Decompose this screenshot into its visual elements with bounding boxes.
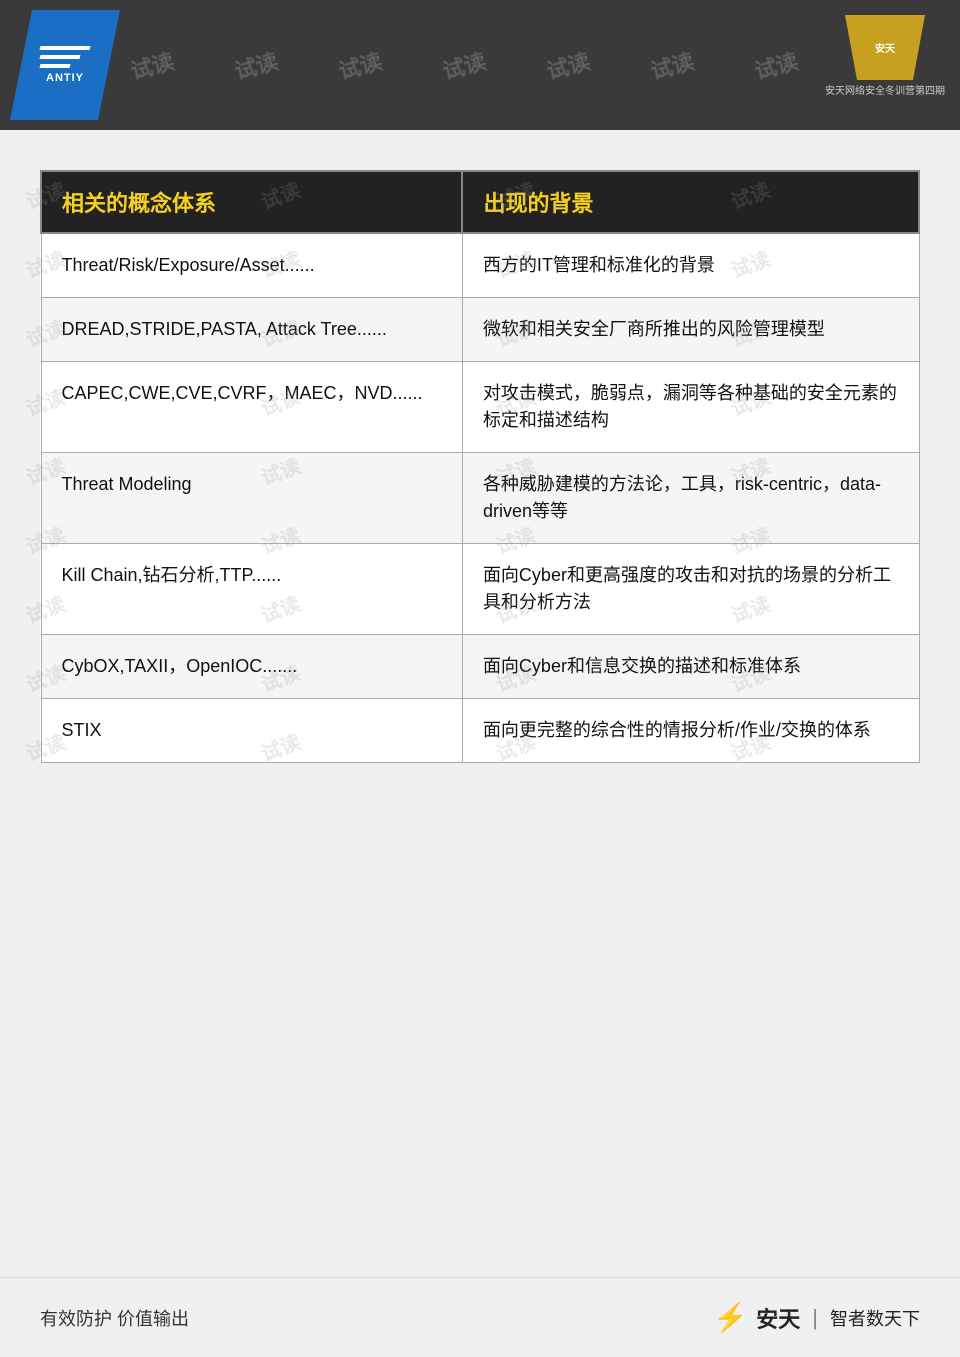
table-cell-right-1: 微软和相关安全厂商所推出的风险管理模型 xyxy=(462,298,919,362)
wm-3: 试读 xyxy=(335,44,386,86)
logo-inner: ANTIY xyxy=(40,46,90,84)
wm-7: 试读 xyxy=(751,44,802,86)
header-bar: ANTIY 试读 试读 试读 试读 试读 试读 试读 试读 安天 安天网络安全冬… xyxy=(0,0,960,130)
logo-text: ANTIY xyxy=(46,72,84,84)
table-cell-left-6: STIX xyxy=(41,699,462,763)
table-cell-left-1: DREAD,STRIDE,PASTA, Attack Tree...... xyxy=(41,298,462,362)
table-row: CybOX,TAXII，OpenIOC.......面向Cyber和信息交换的描… xyxy=(41,635,919,699)
footer: 有效防护 价值输出 ⚡ 安天 | 智者数天下 xyxy=(0,1277,960,1357)
top-right-logo: 安天 安天网络安全冬训营第四期 xyxy=(825,15,945,97)
antiy-logo-icon: 安天 xyxy=(865,28,905,68)
footer-divider: | xyxy=(812,1305,818,1331)
wm-5: 试读 xyxy=(543,44,594,86)
table-row: Threat Modeling各种威胁建模的方法论，工具，risk-centri… xyxy=(41,453,919,544)
footer-brand: 安天 xyxy=(756,1302,800,1334)
logo-line-2 xyxy=(39,55,80,59)
table-header-col2: 出现的背景 xyxy=(462,171,919,233)
main-table: 相关的概念体系 出现的背景 Threat/Risk/Exposure/Asset… xyxy=(40,170,920,763)
table-cell-right-3: 各种威胁建模的方法论，工具，risk-centric，data-driven等等 xyxy=(462,453,919,544)
table-cell-right-4: 面向Cyber和更高强度的攻击和对抗的场景的分析工具和分析方法 xyxy=(462,544,919,635)
main-content: 试读 试读 试读 试读 试读 试读 试读 试读 试读 试读 试读 试读 试读 试… xyxy=(0,130,960,793)
svg-text:安天: 安天 xyxy=(875,42,896,55)
footer-right: ⚡ 安天 | 智者数天下 xyxy=(713,1301,920,1334)
logo-line-3 xyxy=(39,64,70,68)
table-cell-left-0: Threat/Risk/Exposure/Asset...... xyxy=(41,233,462,298)
watermark-row: 试读 试读 试读 试读 试读 试读 试读 试读 xyxy=(0,49,902,81)
table-row: CAPEC,CWE,CVE,CVRF，MAEC，NVD......对攻击模式，脆… xyxy=(41,362,919,453)
table-row: Kill Chain,钻石分析,TTP......面向Cyber和更高强度的攻击… xyxy=(41,544,919,635)
wm-6: 试读 xyxy=(647,44,698,86)
table-cell-left-2: CAPEC,CWE,CVE,CVRF，MAEC，NVD...... xyxy=(41,362,462,453)
logo-box: ANTIY xyxy=(10,10,120,120)
table-cell-left-3: Threat Modeling xyxy=(41,453,462,544)
table-cell-right-2: 对攻击模式，脆弱点，漏洞等各种基础的安全元素的标定和描述结构 xyxy=(462,362,919,453)
wm-2: 试读 xyxy=(231,44,282,86)
lightning-icon: ⚡ xyxy=(713,1301,748,1334)
table-cell-left-5: CybOX,TAXII，OpenIOC....... xyxy=(41,635,462,699)
table-cell-right-0: 西方的IT管理和标准化的背景 xyxy=(462,233,919,298)
logo-lines xyxy=(40,46,90,68)
wm-4: 试读 xyxy=(439,44,490,86)
logo-line-1 xyxy=(39,46,90,50)
wm-1: 试读 xyxy=(127,44,178,86)
table-row: DREAD,STRIDE,PASTA, Attack Tree......微软和… xyxy=(41,298,919,362)
footer-slogan: 智者数天下 xyxy=(830,1305,920,1331)
table-row: Threat/Risk/Exposure/Asset......西方的IT管理和… xyxy=(41,233,919,298)
table-cell-left-4: Kill Chain,钻石分析,TTP...... xyxy=(41,544,462,635)
antiy-logo-top-right: 安天 xyxy=(845,15,925,80)
footer-left-text: 有效防护 价值输出 xyxy=(40,1305,189,1331)
antiy-subtitle: 安天网络安全冬训营第四期 xyxy=(825,82,945,97)
table-cell-right-5: 面向Cyber和信息交换的描述和标准体系 xyxy=(462,635,919,699)
header-watermark: 试读 试读 试读 试读 试读 试读 试读 试读 xyxy=(0,0,960,130)
table-cell-right-6: 面向更完整的综合性的情报分析/作业/交换的体系 xyxy=(462,699,919,763)
table-row: STIX面向更完整的综合性的情报分析/作业/交换的体系 xyxy=(41,699,919,763)
table-header-col1: 相关的概念体系 xyxy=(41,171,462,233)
